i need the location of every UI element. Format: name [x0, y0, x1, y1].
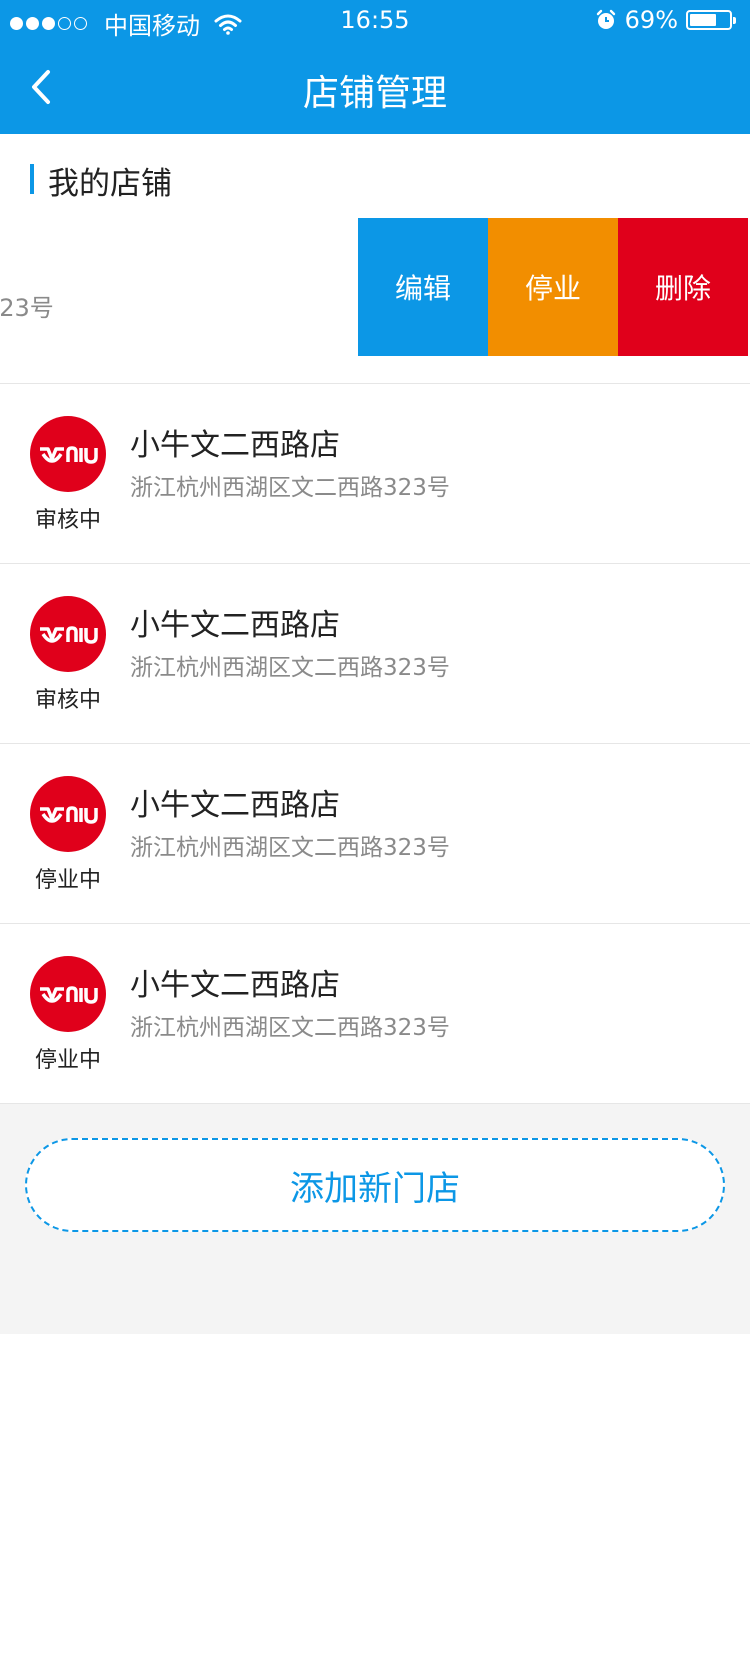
- store-address: 浙江杭州西湖区文二西路323号: [130, 655, 450, 681]
- store-name: 小牛文二西路店: [130, 428, 340, 463]
- page-title: 店铺管理: [302, 73, 447, 114]
- add-store-button[interactable]: 添加新门店: [25, 1138, 725, 1232]
- section-title: 我的店铺: [48, 166, 172, 202]
- swipe-actions: 编辑 停业 删除: [358, 218, 748, 356]
- section-accent-bar: [30, 164, 34, 194]
- store-address: 浙江杭州西湖区文二西路323号: [130, 835, 450, 861]
- store-list-item[interactable]: 停业中 小牛文二西路店 浙江杭州西湖区文二西路323号: [0, 744, 750, 924]
- store-status: 审核中: [34, 688, 101, 713]
- store-address: 浙江杭州西湖区文二西路323号: [130, 1015, 450, 1041]
- store-list-item[interactable]: 停业中 小牛文二西路店 浙江杭州西湖区文二西路323号: [0, 924, 750, 1104]
- store-name: 小牛文二西路店: [130, 608, 340, 643]
- status-bar: 中国移动 16:55 69%: [0, 0, 750, 40]
- niu-logo-icon: [30, 596, 106, 672]
- store-status: 审核中: [34, 508, 101, 533]
- footer-area: 添加新门店: [0, 1104, 750, 1334]
- swiped-store-row[interactable]: 路323号 编辑 停业 删除: [0, 218, 750, 384]
- battery-level: [690, 14, 716, 26]
- battery-percentage: 69%: [624, 6, 678, 34]
- niu-logo-icon: [30, 416, 106, 492]
- store-list-item[interactable]: 审核中 小牛文二西路店 浙江杭州西湖区文二西路323号: [0, 384, 750, 564]
- status-bar-right: 69%: [595, 6, 736, 34]
- edit-button[interactable]: 编辑: [358, 218, 488, 356]
- store-list-item[interactable]: 审核中 小牛文二西路店 浙江杭州西湖区文二西路323号: [0, 564, 750, 744]
- store-address-fragment: 路323号: [0, 294, 54, 322]
- niu-logo-icon: [30, 956, 106, 1032]
- store-name: 小牛文二西路店: [130, 968, 340, 1003]
- pause-business-button[interactable]: 停业: [488, 218, 618, 356]
- battery-icon: [686, 10, 736, 30]
- store-address: 浙江杭州西湖区文二西路323号: [130, 475, 450, 501]
- niu-logo-icon: [30, 776, 106, 852]
- alarm-icon: [596, 9, 615, 29]
- section-header: 我的店铺: [0, 134, 750, 218]
- store-status: 停业中: [34, 1048, 101, 1073]
- delete-button[interactable]: 删除: [618, 218, 748, 356]
- store-name: 小牛文二西路店: [130, 788, 340, 823]
- navigation-bar: 店铺管理: [0, 40, 750, 134]
- store-status: 停业中: [34, 868, 101, 893]
